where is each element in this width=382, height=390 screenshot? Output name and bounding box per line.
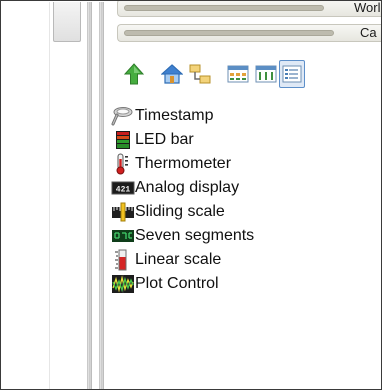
list-item-sliding-scale[interactable]: Sliding scale bbox=[111, 200, 381, 224]
header-slider[interactable] bbox=[124, 5, 324, 11]
led-bar-icon bbox=[111, 129, 135, 151]
component-panel: Worl Ca Timestamp LED bar Thermometer 42… bbox=[107, 0, 381, 389]
toolbar-separator bbox=[151, 63, 152, 85]
list-item-label: LED bar bbox=[135, 131, 194, 148]
linear-scale-icon bbox=[111, 249, 135, 271]
hierarchy-button[interactable] bbox=[187, 60, 213, 88]
analog-display-icon: 421 bbox=[111, 177, 135, 199]
list-item-led-bar[interactable]: LED bar bbox=[111, 128, 381, 152]
list-item-label: Sliding scale bbox=[135, 203, 225, 220]
small-icons-view-icon bbox=[255, 65, 277, 83]
thermometer-icon bbox=[111, 153, 135, 175]
list-item-timestamp[interactable]: Timestamp bbox=[111, 104, 381, 128]
editor-scroll-tab[interactable] bbox=[53, 2, 81, 42]
window-frame: Worl Ca Timestamp LED bar Thermometer 42… bbox=[0, 0, 382, 390]
list-item-linear-scale[interactable]: Linear scale bbox=[111, 248, 381, 272]
list-item-seven-segments[interactable]: Seven segments bbox=[111, 224, 381, 248]
large-icons-view-icon bbox=[227, 65, 249, 83]
list-item-thermometer[interactable]: Thermometer bbox=[111, 152, 381, 176]
sliding-scale-icon bbox=[111, 201, 135, 223]
component-list: Timestamp LED bar Thermometer 421 Analog… bbox=[111, 104, 381, 296]
seven-segments-icon bbox=[111, 225, 135, 247]
list-view-icon bbox=[282, 65, 302, 83]
small-icons-view-button[interactable] bbox=[253, 60, 279, 88]
up-button[interactable] bbox=[121, 60, 147, 88]
list-view-button[interactable] bbox=[279, 60, 305, 88]
list-item-label: Seven segments bbox=[135, 227, 255, 244]
list-item-label: Thermometer bbox=[135, 155, 232, 172]
hierarchy-icon bbox=[189, 64, 211, 84]
large-icons-view-button[interactable] bbox=[225, 60, 251, 88]
timestamp-icon bbox=[111, 105, 135, 127]
panel-splitter-grip[interactable] bbox=[99, 2, 104, 389]
category-slider[interactable] bbox=[124, 30, 334, 36]
plot-control-icon bbox=[111, 273, 135, 295]
list-item-label: Timestamp bbox=[135, 107, 214, 124]
list-item-label: Plot Control bbox=[135, 275, 219, 292]
list-item-plot-control[interactable]: Plot Control bbox=[111, 272, 381, 296]
editor-margin bbox=[2, 2, 50, 389]
home-button[interactable] bbox=[159, 60, 185, 88]
list-item-analog-display[interactable]: 421 Analog display bbox=[111, 176, 381, 200]
analog-display-icon-text: 421 bbox=[116, 186, 131, 195]
category-header-label: Ca bbox=[360, 25, 377, 40]
workspace-header-label: Worl bbox=[354, 0, 381, 15]
list-item-label: Linear scale bbox=[135, 251, 222, 268]
panel-splitter[interactable] bbox=[87, 2, 92, 389]
workspace-header-bar[interactable]: Worl bbox=[117, 0, 381, 17]
home-icon bbox=[161, 64, 183, 84]
toolbar-separator bbox=[217, 63, 218, 85]
category-header-bar[interactable]: Ca bbox=[117, 24, 381, 42]
up-arrow-icon bbox=[124, 63, 144, 85]
component-toolbar bbox=[121, 60, 381, 90]
list-item-label: Analog display bbox=[135, 179, 240, 196]
